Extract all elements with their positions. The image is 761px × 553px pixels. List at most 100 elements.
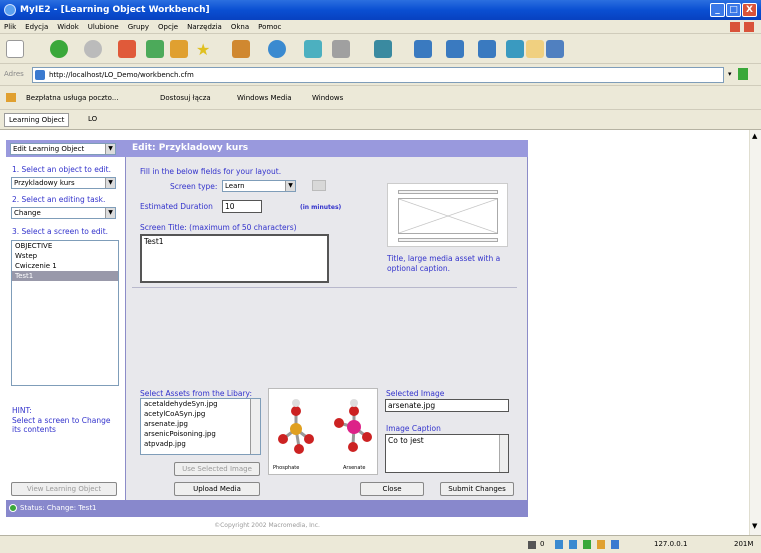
menu-okna[interactable]: Okna [231,23,249,31]
list-item[interactable]: acetylCoASyn.jpg [141,409,260,419]
menu-edycja[interactable]: Edycja [25,23,48,31]
refresh-icon[interactable] [146,40,164,58]
tab-lo[interactable]: LO [84,113,101,127]
address-input[interactable]: http://localhost/LO_Demo/workbench.cfm [32,67,724,83]
assets-label: Select Assets from the Libary: [140,389,252,398]
tray-icon-2[interactable] [569,540,577,549]
links-bar: Bezpłatna usługa poczto... Dostosuj łącz… [0,86,761,110]
status-ok-icon [9,504,17,512]
close-button[interactable]: Close [360,482,424,496]
screen-type-label: Screen type: [170,182,218,191]
list-item[interactable]: Cwiczenie 1 [12,261,118,271]
scroll-up-icon[interactable]: ▲ [752,132,757,140]
mode-select[interactable]: Edit Learning Object ▼ [10,143,116,155]
step3-label: 3. Select a screen to edit. [12,227,109,236]
menu-ulubione[interactable]: Ulubione [88,23,119,31]
image-caption-textarea[interactable]: Co to jest [385,434,509,473]
window-list-icon[interactable] [304,40,322,58]
upload-media-button[interactable]: Upload Media [174,482,260,496]
folder-icon[interactable] [526,40,544,58]
download-icon[interactable] [374,40,392,58]
screen-title-textarea[interactable]: Test1 [140,234,329,283]
link-poczta[interactable]: Bezpłatna usługa poczto... [26,94,119,102]
object-select[interactable]: Przykladowy kurs ▼ [11,177,116,189]
vertical-scrollbar[interactable]: ▲ ▼ [749,130,761,535]
task-select[interactable]: Change ▼ [11,207,116,219]
layout-icon[interactable] [506,40,524,58]
maximize-button[interactable]: □ [726,3,741,17]
stop-icon[interactable] [118,40,136,58]
image-caption-label: Image Caption [386,424,441,433]
image-preview: Phosphate Arsenate [268,388,378,475]
screen-type-select[interactable]: Learn ▼ [222,180,296,192]
caption-scrollbar[interactable] [499,435,508,472]
workbench-status: Status: Change: Test1 [6,500,528,517]
address-dropdown-icon[interactable]: ▾ [728,70,732,78]
step2-label: 2. Select an editing task. [12,195,106,204]
list-item[interactable]: OBJECTIVE [12,241,118,251]
grid-icon[interactable] [546,40,564,58]
home-icon[interactable] [170,40,188,58]
forward-icon[interactable] [84,40,102,58]
selected-image-input[interactable]: arsenate.jpg [385,399,509,412]
list-item[interactable]: arsenate.jpg [141,419,260,429]
menu-widok[interactable]: Widok [57,23,79,31]
step1-label: 1. Select an object to edit. [12,165,111,174]
cascade-icon[interactable] [414,40,432,58]
duration-input[interactable]: 10 [222,200,262,213]
layout-title-block [398,190,498,194]
duration-unit: (in minutes) [300,204,342,211]
search-icon[interactable] [232,40,250,58]
menu-narzedzia[interactable]: Narzędzia [187,23,222,31]
screen-title-label: Screen Title: (maximum of 50 characters) [140,223,297,232]
list-item[interactable]: acetaldehydeSyn.jpg [141,399,260,409]
tile-vertical-icon[interactable] [478,40,496,58]
window-title: MyIE2 - [Learning Object Workbench] [20,5,210,15]
tray-icon-3[interactable] [583,540,591,549]
screen-type-preview-swatch [312,180,326,191]
address-bar: Adres http://localhost/LO_Demo/workbench… [0,64,761,86]
list-item[interactable]: Wstep [12,251,118,261]
chevron-down-icon: ▼ [105,178,115,188]
link-windows[interactable]: Windows [312,94,343,102]
use-selected-image-button[interactable]: Use Selected Image [174,462,260,476]
new-window-icon[interactable] [6,40,24,58]
browser-app-icon [4,4,16,16]
tab-learning-object[interactable]: Learning Object [4,113,70,127]
menu-plik[interactable]: Plik [4,23,16,31]
address-label: Adres [4,70,24,78]
view-learning-object-button[interactable]: View Learning Object [11,482,117,496]
link-dostosuj[interactable]: Dostosuj łącza [160,94,211,102]
asset-list-scrollbar[interactable] [250,399,260,454]
back-icon[interactable] [50,40,68,58]
form-intro: Fill in the below fields for your layout… [140,167,282,176]
scroll-down-icon[interactable]: ▼ [752,522,757,530]
list-item[interactable]: atpvadp.jpg [141,439,260,449]
groups-icon[interactable] [332,40,350,58]
minimize-button[interactable]: _ [710,3,725,17]
duration-label: Estimated Duration [140,202,213,211]
molecule-image [278,399,372,454]
submit-changes-button[interactable]: Submit Changes [440,482,514,496]
tray-icon-5[interactable] [611,540,619,549]
menu-close-all-icon[interactable] [744,22,754,32]
go-icon[interactable] [738,68,748,80]
list-item-selected[interactable]: Test1 [12,271,118,281]
page-title: Edit: Przykladowy kurs [132,143,249,153]
list-item[interactable]: arsenicPoisoning.jpg [141,429,260,439]
screen-list[interactable]: OBJECTIVE Wstep Cwiczenie 1 Test1 [11,240,119,386]
favorites-star-icon[interactable]: ★ [196,40,214,59]
tray-icon-4[interactable] [597,540,605,549]
menu-bar: Plik Edycja Widok Ulubione Grupy Opcje N… [0,20,761,34]
close-window-button[interactable]: X [742,3,757,17]
menu-close-tab-icon[interactable] [730,22,740,32]
proxy-icon[interactable] [268,40,286,58]
tile-horizontal-icon[interactable] [446,40,464,58]
asset-list[interactable]: acetaldehydeSyn.jpg acetylCoASyn.jpg ars… [140,398,261,455]
menu-pomoc[interactable]: Pomoc [258,23,281,31]
popup-block-icon [528,541,536,549]
menu-opcje[interactable]: Opcje [158,23,178,31]
menu-grupy[interactable]: Grupy [128,23,149,31]
link-windows-media[interactable]: Windows Media [237,94,292,102]
tray-icon-1[interactable] [555,540,563,549]
